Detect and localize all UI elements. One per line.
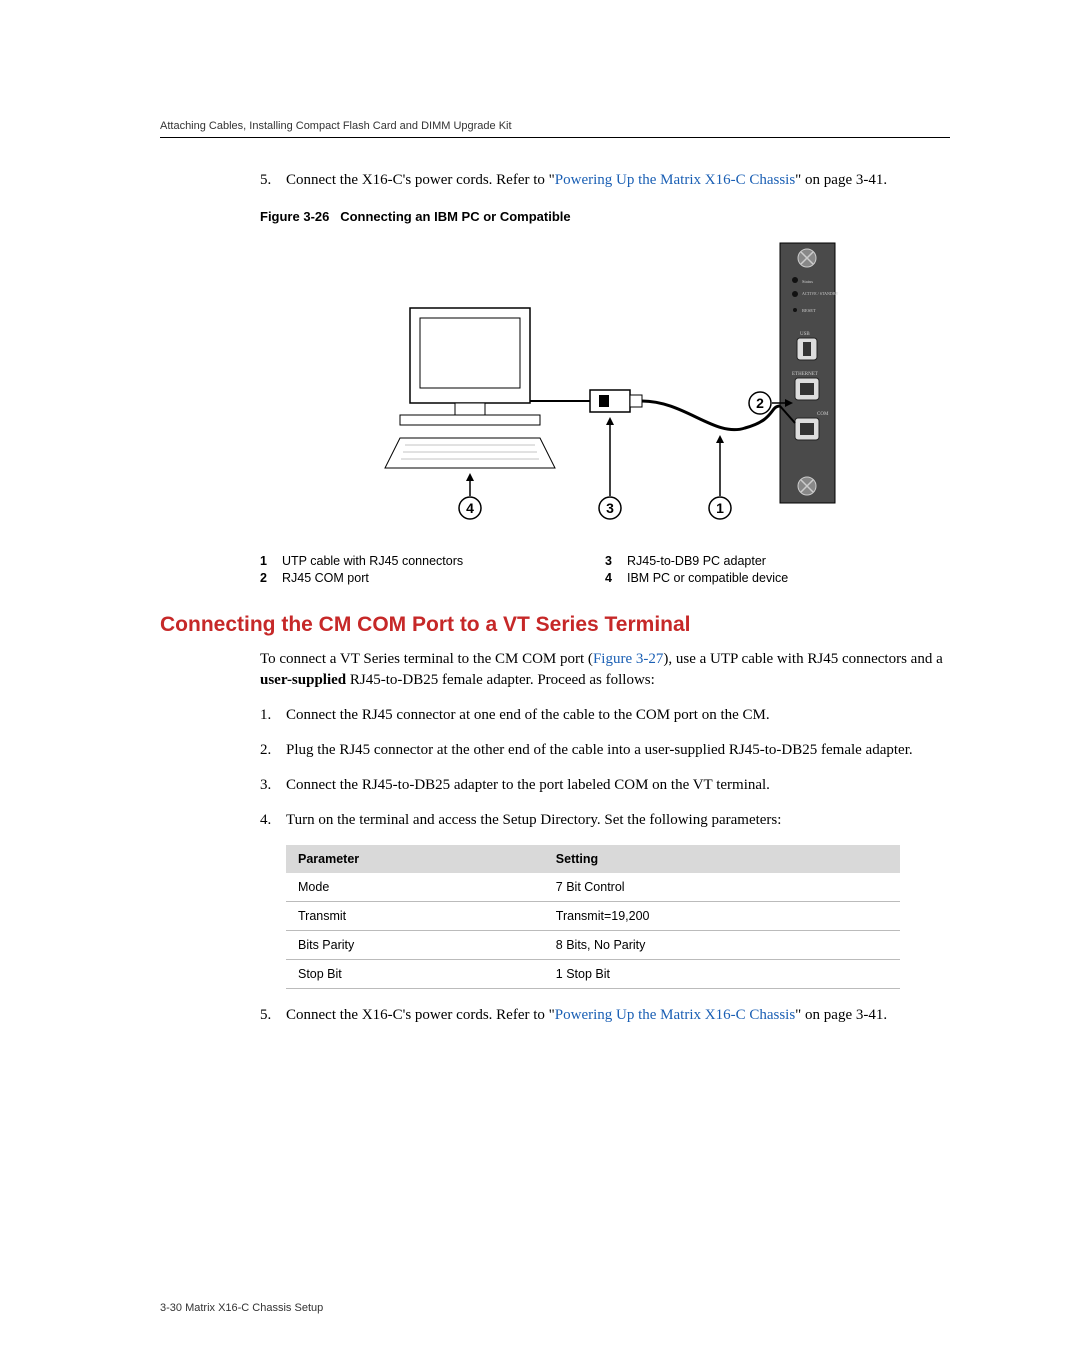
step-5-top: 5. Connect the X16-C's power cords. Refe… [260,170,950,191]
step-text: Connect the RJ45 connector at one end of… [286,705,950,726]
step-number: 2. [260,740,286,761]
svg-text:1: 1 [716,500,724,516]
setting-cell: 1 Stop Bit [544,960,900,989]
svg-text:RESET: RESET [802,308,816,313]
callout-4: 4 [459,473,481,519]
parameter-table: Parameter Setting Mode 7 Bit Control Tra… [286,845,900,989]
legend-number: 4 [605,571,627,585]
intro-paragraph: To connect a VT Series terminal to the C… [260,649,950,691]
step-text-post: " on page 3-41. [795,172,887,188]
table-row: Bits Parity 8 Bits, No Parity [286,931,900,960]
step-text-pre: Connect the X16-C's power cords. Refer t… [286,172,555,188]
section-heading: Connecting the CM COM Port to a VT Serie… [160,613,950,637]
th-setting: Setting [544,845,900,873]
page-footer: 3-30 Matrix X16-C Chassis Setup [160,1302,323,1314]
power-up-link[interactable]: Powering Up the Matrix X16-C Chassis [555,1007,795,1023]
table-row: Transmit Transmit=19,200 [286,902,900,931]
step-number: 1. [260,705,286,726]
intro-pre: To connect a VT Series terminal to the C… [260,651,593,667]
step-5-bottom: 5. Connect the X16-C's power cords. Refe… [260,1005,950,1026]
setting-cell: Transmit=19,200 [544,902,900,931]
callout-1: 1 [709,435,731,519]
step-4: 4. Turn on the terminal and access the S… [260,810,950,831]
figure-diagram: Status ACTIVE / STANDBY RESET USB ETHERN… [365,238,845,538]
param-cell: Bits Parity [286,931,544,960]
step-number: 5. [260,170,286,191]
figure-label: Figure 3-26 [260,209,329,224]
legend-text-1: UTP cable with RJ45 connectors [282,554,463,568]
legend-number: 3 [605,554,627,568]
step-text: Turn on the terminal and access the Setu… [286,810,950,831]
svg-text:COM: COM [817,412,829,417]
legend-text-3: RJ45-to-DB9 PC adapter [627,554,766,568]
step-number: 3. [260,775,286,796]
svg-text:3: 3 [606,500,614,516]
step-2: 2. Plug the RJ45 connector at the other … [260,740,950,761]
param-cell: Transmit [286,902,544,931]
callout-3: 3 [599,417,621,519]
param-cell: Stop Bit [286,960,544,989]
step-text: Plug the RJ45 connector at the other end… [286,740,950,761]
legend-number: 1 [260,554,282,568]
step-text: Connect the RJ45-to-DB25 adapter to the … [286,775,950,796]
figure-legend: 1 UTP cable with RJ45 connectors 3 RJ45-… [260,554,950,585]
svg-text:USB: USB [800,332,810,337]
svg-text:ACTIVE / STANDBY: ACTIVE / STANDBY [802,291,838,296]
setting-cell: 7 Bit Control [544,873,900,902]
param-cell: Mode [286,873,544,902]
step-text-post: " on page 3-41. [795,1007,887,1023]
step-text-pre: Connect the X16-C's power cords. Refer t… [286,1007,555,1023]
chassis-panel-icon: Status ACTIVE / STANDBY RESET USB ETHERN… [780,243,838,503]
table-row: Stop Bit 1 Stop Bit [286,960,900,989]
svg-text:4: 4 [466,500,474,516]
db9-adapter-icon [590,390,642,412]
figure-title: Connecting an IBM PC or Compatible [340,209,570,224]
svg-text:2: 2 [756,395,764,411]
legend-text-4: IBM PC or compatible device [627,571,788,585]
intro-post: ), use a UTP cable with RJ45 connectors … [663,651,942,667]
running-header: Attaching Cables, Installing Compact Fla… [160,120,950,138]
pc-icon [385,308,555,468]
step-1: 1. Connect the RJ45 connector at one end… [260,705,950,726]
svg-text:Status: Status [802,279,813,284]
step-number: 5. [260,1005,286,1026]
power-up-link[interactable]: Powering Up the Matrix X16-C Chassis [555,172,795,188]
legend-text-2: RJ45 COM port [282,571,369,585]
intro-bold: user-supplied [260,672,346,688]
step-number: 4. [260,810,286,831]
svg-text:ETHERNET: ETHERNET [792,372,818,377]
legend-number: 2 [260,571,282,585]
intro-end: RJ45-to-DB25 female adapter. Proceed as … [346,672,655,688]
figure-caption: Figure 3-26 Connecting an IBM PC or Comp… [260,209,950,224]
figure-link[interactable]: Figure 3-27 [593,651,663,667]
th-parameter: Parameter [286,845,544,873]
table-row: Mode 7 Bit Control [286,873,900,902]
setting-cell: 8 Bits, No Parity [544,931,900,960]
step-3: 3. Connect the RJ45-to-DB25 adapter to t… [260,775,950,796]
